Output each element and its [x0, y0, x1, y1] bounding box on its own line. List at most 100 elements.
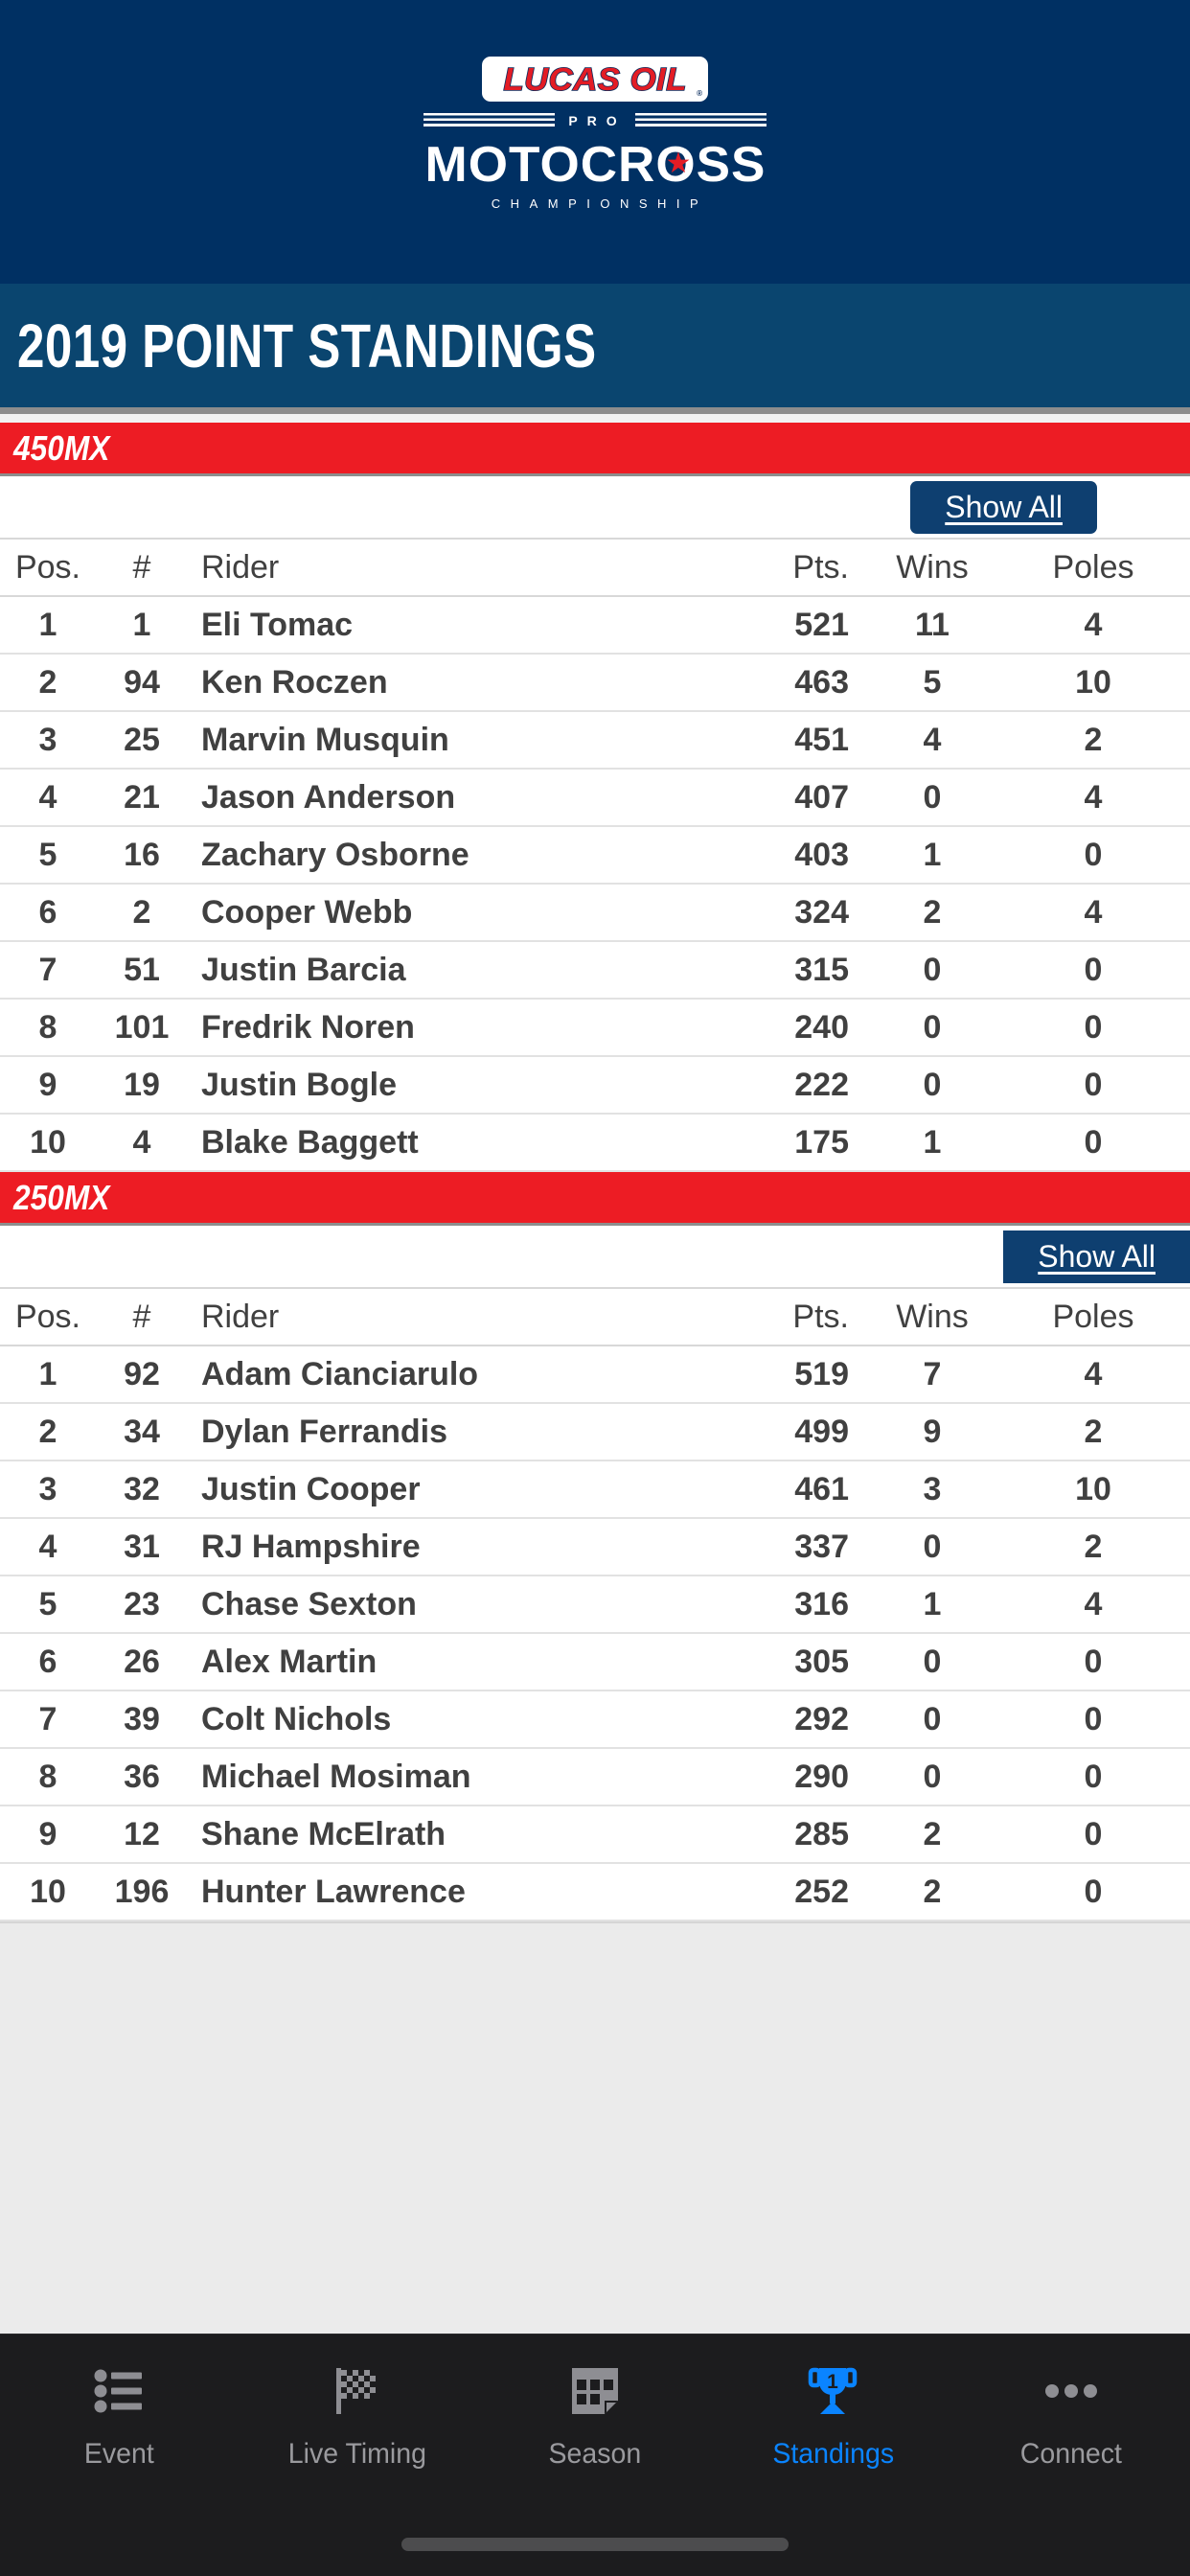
tab-season[interactable]: Season: [476, 2334, 714, 2512]
cell-pos: 9: [0, 1806, 96, 1864]
class-bar-250mx: 250MX: [0, 1172, 1190, 1226]
cell-rider: RJ Hampshire: [188, 1518, 705, 1576]
cell-poles: 4: [996, 596, 1190, 655]
cell-poles: 0: [996, 1114, 1190, 1172]
cell-pos: 4: [0, 769, 96, 827]
col-header-pts: Pts.: [705, 1287, 868, 1346]
pro-wordmark: PRO: [568, 113, 627, 128]
col-header-pts: Pts.: [705, 538, 868, 597]
table-row[interactable]: 7 39 Colt Nichols 292 0 0: [0, 1690, 1190, 1749]
checkered-flag-icon: [326, 2359, 389, 2423]
show-all-button-450mx[interactable]: Show All: [910, 480, 1097, 534]
cell-pts: 403: [705, 826, 868, 885]
lucas-oil-badge: LUCAS OIL ®: [482, 57, 708, 102]
table-row[interactable]: 1 92 Adam Cianciarulo 519 7 4: [0, 1346, 1190, 1404]
tab-label-season: Season: [548, 2438, 642, 2470]
table-row[interactable]: 10 4 Blake Baggett 175 1 0: [0, 1114, 1190, 1172]
cell-rider: Justin Bogle: [188, 1056, 705, 1115]
cell-pts: 324: [705, 884, 868, 942]
table-row[interactable]: 7 51 Justin Barcia 315 0 0: [0, 941, 1190, 1000]
tab-label-standings: Standings: [772, 2438, 894, 2470]
table-row[interactable]: 3 32 Justin Cooper 461 3 10: [0, 1460, 1190, 1519]
cell-pos: 9: [0, 1056, 96, 1115]
table-row[interactable]: 5 16 Zachary Osborne 403 1 0: [0, 826, 1190, 885]
cell-wins: 1: [868, 826, 996, 885]
class-label-250mx: 250MX: [13, 1177, 110, 1217]
content-filler: [0, 1921, 1190, 2343]
table-body-250mx: 1 92 Adam Cianciarulo 519 7 4 2 34 Dylan Ferran…: [0, 1346, 1190, 1921]
show-all-label-250mx: Show All: [1038, 1238, 1156, 1274]
tab-event[interactable]: Event: [0, 2334, 238, 2512]
cell-pos: 6: [0, 884, 96, 942]
cell-num: 2: [96, 884, 188, 942]
table-row[interactable]: 6 2 Cooper Webb 324 2 4: [0, 884, 1190, 942]
table-row[interactable]: 3 25 Marvin Musquin 451 4 2: [0, 711, 1190, 770]
cell-rider: Dylan Ferrandis: [188, 1403, 705, 1461]
table-row[interactable]: 6 26 Alex Martin 305 0 0: [0, 1633, 1190, 1691]
tab-standings[interactable]: 1 Standings: [714, 2334, 951, 2512]
cell-num: 16: [96, 826, 188, 885]
show-all-button-250mx[interactable]: Show All: [1003, 1230, 1190, 1283]
standings-scroll-area[interactable]: 450MX Show All Pos. # Rider Pts. Wins Po…: [0, 423, 1190, 2343]
table-row[interactable]: 4 21 Jason Anderson 407 0 4: [0, 769, 1190, 827]
cell-rider: Michael Mosiman: [188, 1748, 705, 1806]
motocross-wordmark: MOTOCROSS: [424, 137, 766, 193]
title-gap-spacer: [0, 414, 1190, 423]
cell-rider: Jason Anderson: [188, 769, 705, 827]
cell-num: 196: [96, 1863, 188, 1921]
cell-pos: 10: [0, 1863, 96, 1921]
cell-wins: 2: [868, 1806, 996, 1864]
cell-pos: 3: [0, 1460, 96, 1519]
cell-wins: 0: [868, 1690, 996, 1749]
cell-num: 25: [96, 711, 188, 770]
cell-pos: 7: [0, 941, 96, 1000]
table-body-450mx: 1 1 Eli Tomac 521 11 4 2 94 Ken Roczen 463 5 10 32…: [0, 596, 1190, 1172]
table-row[interactable]: 2 94 Ken Roczen 463 5 10: [0, 654, 1190, 712]
cell-pts: 305: [705, 1633, 868, 1691]
cell-wins: 0: [868, 769, 996, 827]
home-indicator[interactable]: [401, 2538, 789, 2551]
cell-rider: Ken Roczen: [188, 654, 705, 712]
tab-connect[interactable]: Connect: [952, 2334, 1190, 2512]
col-header-poles: Poles: [996, 538, 1190, 597]
page-title: 2019 POINT STANDINGS: [17, 310, 597, 380]
championship-wordmark: CHAMPIONSHIP: [491, 196, 709, 211]
cell-poles: 10: [996, 1460, 1190, 1519]
cell-rider: Justin Cooper: [188, 1460, 705, 1519]
cell-pts: 252: [705, 1863, 868, 1921]
calendar-grid-icon: [563, 2359, 627, 2423]
cell-num: 23: [96, 1576, 188, 1634]
col-header-rider: Rider: [188, 1287, 705, 1346]
cell-pos: 5: [0, 826, 96, 885]
table-row[interactable]: 1 1 Eli Tomac 521 11 4: [0, 596, 1190, 655]
tab-live-timing[interactable]: Live Timing: [238, 2334, 475, 2512]
cell-num: 4: [96, 1114, 188, 1172]
table-row[interactable]: 4 31 RJ Hampshire 337 0 2: [0, 1518, 1190, 1576]
table-row[interactable]: 9 12 Shane McElrath 285 2 0: [0, 1806, 1190, 1864]
cell-num: 31: [96, 1518, 188, 1576]
cell-pos: 6: [0, 1633, 96, 1691]
table-row[interactable]: 9 19 Justin Bogle 222 0 0: [0, 1056, 1190, 1115]
table-row[interactable]: 10 196 Hunter Lawrence 252 2 0: [0, 1863, 1190, 1921]
cell-rider: Shane McElrath: [188, 1806, 705, 1864]
list-icon: [87, 2359, 150, 2423]
cell-wins: 3: [868, 1460, 996, 1519]
cell-pts: 499: [705, 1403, 868, 1461]
cell-pts: 290: [705, 1748, 868, 1806]
cell-pos: 2: [0, 654, 96, 712]
cell-pos: 8: [0, 999, 96, 1057]
cell-rider: Blake Baggett: [188, 1114, 705, 1172]
table-row[interactable]: 8 101 Fredrik Noren 240 0 0: [0, 999, 1190, 1057]
cell-rider: Zachary Osborne: [188, 826, 705, 885]
table-row[interactable]: 2 34 Dylan Ferrandis 499 9 2: [0, 1403, 1190, 1461]
show-all-row-450mx: Show All: [0, 476, 1190, 538]
cell-wins: 0: [868, 1056, 996, 1115]
cell-pts: 461: [705, 1460, 868, 1519]
cell-num: 92: [96, 1346, 188, 1404]
cell-pts: 240: [705, 999, 868, 1057]
cell-rider: Eli Tomac: [188, 596, 705, 655]
table-row[interactable]: 8 36 Michael Mosiman 290 0 0: [0, 1748, 1190, 1806]
cell-wins: 1: [868, 1114, 996, 1172]
show-all-label-450mx: Show All: [945, 489, 1063, 524]
table-row[interactable]: 5 23 Chase Sexton 316 1 4: [0, 1576, 1190, 1634]
